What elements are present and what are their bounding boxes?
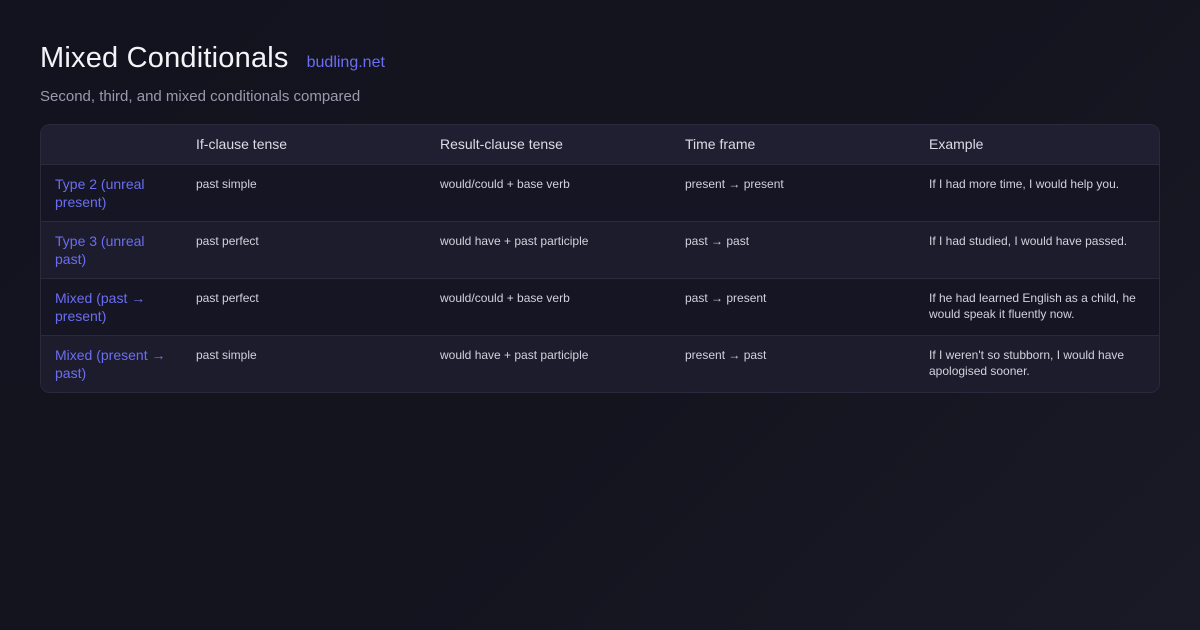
title-row: Mixed Conditionals budling.net	[40, 42, 1160, 75]
row-type: Type 3 (unreal past)	[55, 232, 145, 267]
column-header-if-clause: If-clause tense	[196, 136, 288, 153]
row-if-clause: past perfect	[196, 290, 259, 305]
row-time-frame: present → past	[685, 347, 767, 362]
row-example: If I weren't so stubborn, I would have a…	[929, 347, 1125, 378]
table-body: Type 2 (unreal present) past simple woul…	[41, 164, 1159, 392]
row-example: If I had more time, I would help you.	[929, 176, 1120, 191]
table-row: Type 3 (unreal past) past perfect would …	[41, 221, 1159, 278]
table-row: Mixed (present → past) past simple would…	[41, 335, 1159, 392]
row-type: Mixed (present → past)	[55, 346, 166, 381]
header-row: If-clause tense Result-clause tense Time…	[41, 125, 1159, 164]
row-time-frame: present → present	[685, 176, 784, 191]
column-header-time-frame: Time frame	[685, 136, 756, 153]
row-time-frame: past → present	[685, 290, 767, 305]
page-header: Mixed Conditionals budling.net Second, t…	[40, 42, 1160, 105]
table-row: Mixed (past → present) past perfect woul…	[41, 278, 1159, 335]
row-example: If he had learned English as a child, he…	[929, 290, 1136, 321]
row-type: Mixed (past → present)	[55, 289, 146, 324]
column-header-type	[41, 125, 181, 164]
row-if-clause: past simple	[196, 176, 257, 191]
conditionals-table-container: If-clause tense Result-clause tense Time…	[40, 124, 1160, 393]
site-link[interactable]: budling.net	[307, 54, 385, 72]
row-result-clause: would have + past participle	[440, 233, 589, 248]
row-result-clause: would have + past participle	[440, 347, 589, 362]
column-header-result-clause: Result-clause tense	[440, 136, 563, 153]
column-header-example: Example	[929, 136, 984, 153]
row-if-clause: past simple	[196, 347, 257, 362]
table-header: If-clause tense Result-clause tense Time…	[41, 125, 1159, 164]
row-example: If I had studied, I would have passed.	[929, 233, 1128, 248]
table-row: Type 2 (unreal present) past simple woul…	[41, 164, 1159, 221]
row-result-clause: would/could + base verb	[440, 176, 570, 191]
row-time-frame: past → past	[685, 233, 750, 248]
page-subtitle: Second, third, and mixed conditionals co…	[40, 88, 361, 105]
row-if-clause: past perfect	[196, 233, 259, 248]
row-type: Type 2 (unreal present)	[55, 175, 145, 210]
row-result-clause: would/could + base verb	[440, 290, 570, 305]
conditionals-table: If-clause tense Result-clause tense Time…	[41, 125, 1159, 392]
page-title: Mixed Conditionals	[40, 42, 289, 74]
